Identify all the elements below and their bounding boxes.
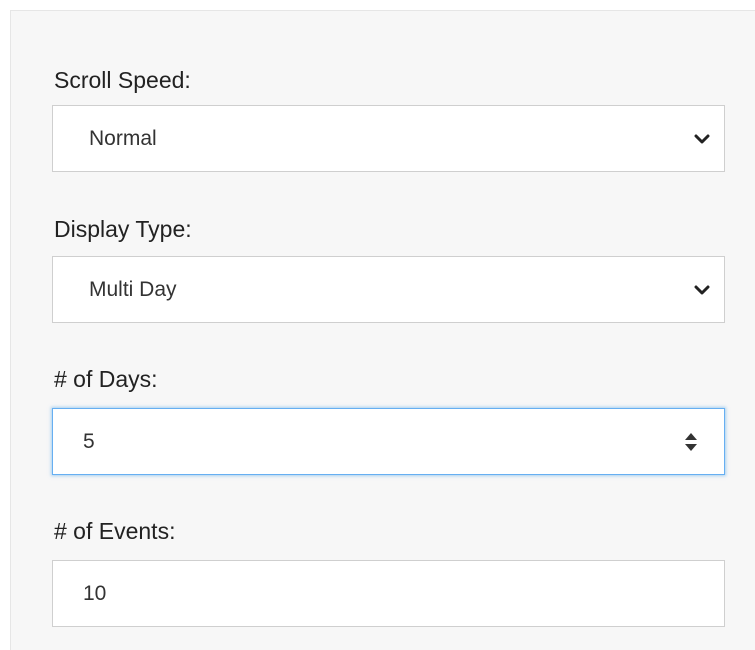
display-type-label: Display Type: (54, 216, 192, 242)
chevron-down-icon (694, 134, 710, 143)
scroll-speed-value: Normal (89, 126, 157, 150)
num-events-value: 10 (83, 581, 107, 605)
spinner-arrows-icon[interactable] (682, 431, 700, 453)
num-events-label: # of Events: (54, 518, 176, 544)
num-days-value: 5 (83, 429, 95, 453)
num-events-input[interactable]: 10 (52, 560, 725, 627)
display-type-select[interactable]: Multi Day (52, 256, 725, 323)
settings-panel: Scroll Speed: Normal Display Type: Multi… (10, 10, 755, 650)
chevron-down-icon (694, 285, 710, 294)
num-days-input[interactable]: 5 (52, 408, 725, 475)
scroll-speed-label: Scroll Speed: (54, 67, 191, 93)
num-days-label: # of Days: (54, 366, 158, 392)
display-type-value: Multi Day (89, 277, 177, 301)
scroll-speed-select[interactable]: Normal (52, 105, 725, 172)
